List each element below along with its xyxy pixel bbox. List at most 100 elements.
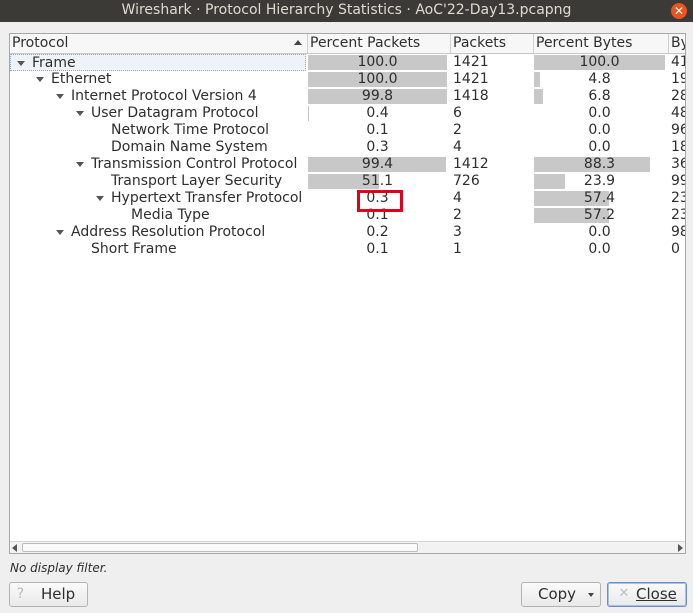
close-button[interactable]: ✕ Close bbox=[607, 582, 687, 607]
scrollbar-thumb[interactable] bbox=[22, 543, 418, 552]
percent-bytes-value: 57.2 bbox=[583, 207, 616, 223]
percent-bytes-value: 23.9 bbox=[583, 173, 616, 189]
percent-packets-cell: 0.1 bbox=[308, 241, 447, 258]
protocol-cell: User Datagram Protocol bbox=[10, 105, 306, 122]
bytes-value: 98 bbox=[671, 224, 685, 240]
tree-row[interactable]: Domain Name System 0.3 4 0.0 18 bbox=[10, 139, 685, 156]
column-header-percent-bytes[interactable]: Percent Bytes bbox=[534, 34, 669, 53]
expand-arrow-icon[interactable] bbox=[56, 230, 64, 235]
tree-row[interactable]: User Datagram Protocol 0.4 6 0.0 48 bbox=[10, 105, 685, 122]
percent-bytes-cell: 57.4 bbox=[534, 190, 665, 207]
bytes-value: 0 bbox=[671, 241, 680, 257]
percent-packets-value: 100.0 bbox=[357, 71, 398, 87]
tree-row[interactable]: Network Time Protocol 0.1 2 0.0 96 bbox=[10, 122, 685, 139]
bytes-value: 18 bbox=[671, 139, 685, 155]
protocol-name: Media Type bbox=[131, 207, 210, 223]
expand-arrow-icon[interactable] bbox=[76, 162, 84, 167]
tree-row[interactable]: Transmission Control Protocol 99.4 1412 88.… bbox=[10, 156, 685, 173]
percent-bytes-cell: 0.0 bbox=[534, 241, 665, 258]
packets-value: 726 bbox=[453, 173, 480, 189]
percent-bytes-value: 0.0 bbox=[588, 241, 611, 257]
tree-row[interactable]: Ethernet 100.0 1421 4.8 19 bbox=[10, 71, 685, 88]
tree-row[interactable]: Address Resolution Protocol 0.2 3 0.0 98 bbox=[10, 224, 685, 241]
protocol-name: Ethernet bbox=[51, 71, 112, 87]
scroll-right-icon[interactable] bbox=[678, 544, 683, 552]
percent-bytes-cell: 23.9 bbox=[534, 173, 665, 190]
protocol-cell: Domain Name System bbox=[10, 139, 306, 156]
protocol-cell: Short Frame bbox=[10, 241, 306, 258]
percent-packets-cell: 100.0 bbox=[308, 54, 447, 71]
percent-bytes-cell: 4.8 bbox=[534, 71, 665, 88]
percent-bytes-cell: 0.0 bbox=[534, 139, 665, 156]
column-label-percent-bytes: Percent Bytes bbox=[536, 35, 633, 51]
column-label-protocol: Protocol bbox=[12, 35, 69, 51]
expand-arrow-icon[interactable] bbox=[76, 111, 84, 116]
percent-packets-value: 51.1 bbox=[361, 173, 394, 189]
percent-bytes-cell: 0.0 bbox=[534, 105, 665, 122]
protocol-cell: Media Type bbox=[10, 207, 306, 224]
expand-arrow-icon[interactable] bbox=[36, 77, 44, 82]
tree-row[interactable]: Media Type0.1257.223 bbox=[10, 207, 685, 224]
tree-row[interactable]: Short Frame 0.1 1 0.0 0 bbox=[10, 241, 685, 258]
percent-bytes-cell: 6.8 bbox=[534, 88, 665, 105]
percent-bytes-cell: 0.0 bbox=[534, 224, 665, 241]
percent-packets-value: 0.2 bbox=[366, 224, 389, 240]
percent-bytes-value: 0.0 bbox=[588, 122, 611, 138]
tree-row[interactable]: Internet Protocol Version 4 99.8 1418 6.8 28 bbox=[10, 88, 685, 105]
column-label-packets: Packets bbox=[453, 35, 507, 51]
expand-arrow-icon[interactable] bbox=[96, 196, 104, 201]
bytes-value: 19 bbox=[671, 71, 685, 87]
display-filter-status: No display filter. bbox=[10, 561, 108, 575]
column-header-bytes[interactable]: By bbox=[669, 34, 685, 53]
tree-row[interactable]: Frame 100.0 1421 100.0 41 bbox=[10, 54, 685, 71]
expand-arrow-icon[interactable] bbox=[56, 94, 64, 99]
protocol-cell: Transport Layer Security bbox=[10, 173, 306, 190]
percent-packets-value: 99.4 bbox=[361, 156, 394, 172]
packets-value: 3 bbox=[453, 224, 462, 240]
percent-packets-value: 100.0 bbox=[357, 54, 398, 70]
percent-packets-cell: 0.1 bbox=[308, 122, 447, 139]
percent-packets-value: 0.4 bbox=[366, 105, 389, 121]
tree-row[interactable]: Transport Layer Security 51.1 726 23.9 99 bbox=[10, 173, 685, 190]
protocol-hierarchy-tree[interactable]: Protocol Percent Packets Packets Percent… bbox=[9, 33, 686, 554]
column-header-packets[interactable]: Packets bbox=[451, 34, 534, 53]
chevron-down-icon[interactable] bbox=[588, 593, 594, 597]
packets-value: 1412 bbox=[453, 156, 489, 172]
protocol-name: Transmission Control Protocol bbox=[91, 156, 298, 172]
tree-row[interactable]: Hypertext Transfer Protocol0.3457.423 bbox=[10, 190, 685, 207]
help-icon: ? bbox=[16, 586, 25, 602]
protocol-name: User Datagram Protocol bbox=[91, 105, 259, 121]
percent-packets-cell: 51.1 bbox=[308, 173, 447, 190]
horizontal-scrollbar[interactable] bbox=[10, 541, 685, 553]
percent-bytes-value: 100.0 bbox=[579, 54, 620, 70]
packets-value: 4 bbox=[453, 139, 462, 155]
packets-value: 2 bbox=[453, 207, 462, 223]
protocol-name: Address Resolution Protocol bbox=[71, 224, 266, 240]
column-header-protocol[interactable]: Protocol bbox=[10, 34, 308, 53]
percent-packets-cell: 0.4 bbox=[308, 105, 447, 122]
percent-bytes-cell: 0.0 bbox=[534, 122, 665, 139]
percent-packets-cell: 99.4 bbox=[308, 156, 447, 173]
bytes-value: 41 bbox=[671, 54, 685, 70]
column-header-percent-packets[interactable]: Percent Packets bbox=[308, 34, 451, 53]
window-close-icon[interactable] bbox=[671, 3, 687, 19]
percent-bytes-cell: 100.0 bbox=[534, 54, 665, 71]
percent-packets-value: 0.1 bbox=[366, 122, 389, 138]
packets-value: 2 bbox=[453, 122, 462, 138]
packets-value: 4 bbox=[453, 190, 462, 206]
percent-bytes-value: 6.8 bbox=[588, 88, 611, 104]
copy-button[interactable]: Copy bbox=[521, 582, 601, 607]
percent-packets-cell: 99.8 bbox=[308, 88, 447, 105]
scroll-left-icon[interactable] bbox=[12, 544, 17, 552]
window-titlebar: Wireshark · Protocol Hierarchy Statistic… bbox=[0, 0, 693, 22]
protocol-cell: Network Time Protocol bbox=[10, 122, 306, 139]
bytes-value: 99 bbox=[671, 173, 685, 189]
percent-bytes-value: 57.4 bbox=[583, 190, 616, 206]
expand-arrow-icon[interactable] bbox=[17, 61, 25, 66]
protocol-cell: Frame bbox=[10, 54, 306, 71]
help-button[interactable]: ? Help bbox=[9, 582, 88, 607]
percent-packets-value: 0.3 bbox=[366, 139, 389, 155]
packets-value: 1418 bbox=[453, 88, 489, 104]
percent-packets-cell: 0.3 bbox=[308, 139, 447, 156]
percent-bytes-value: 0.0 bbox=[588, 224, 611, 240]
